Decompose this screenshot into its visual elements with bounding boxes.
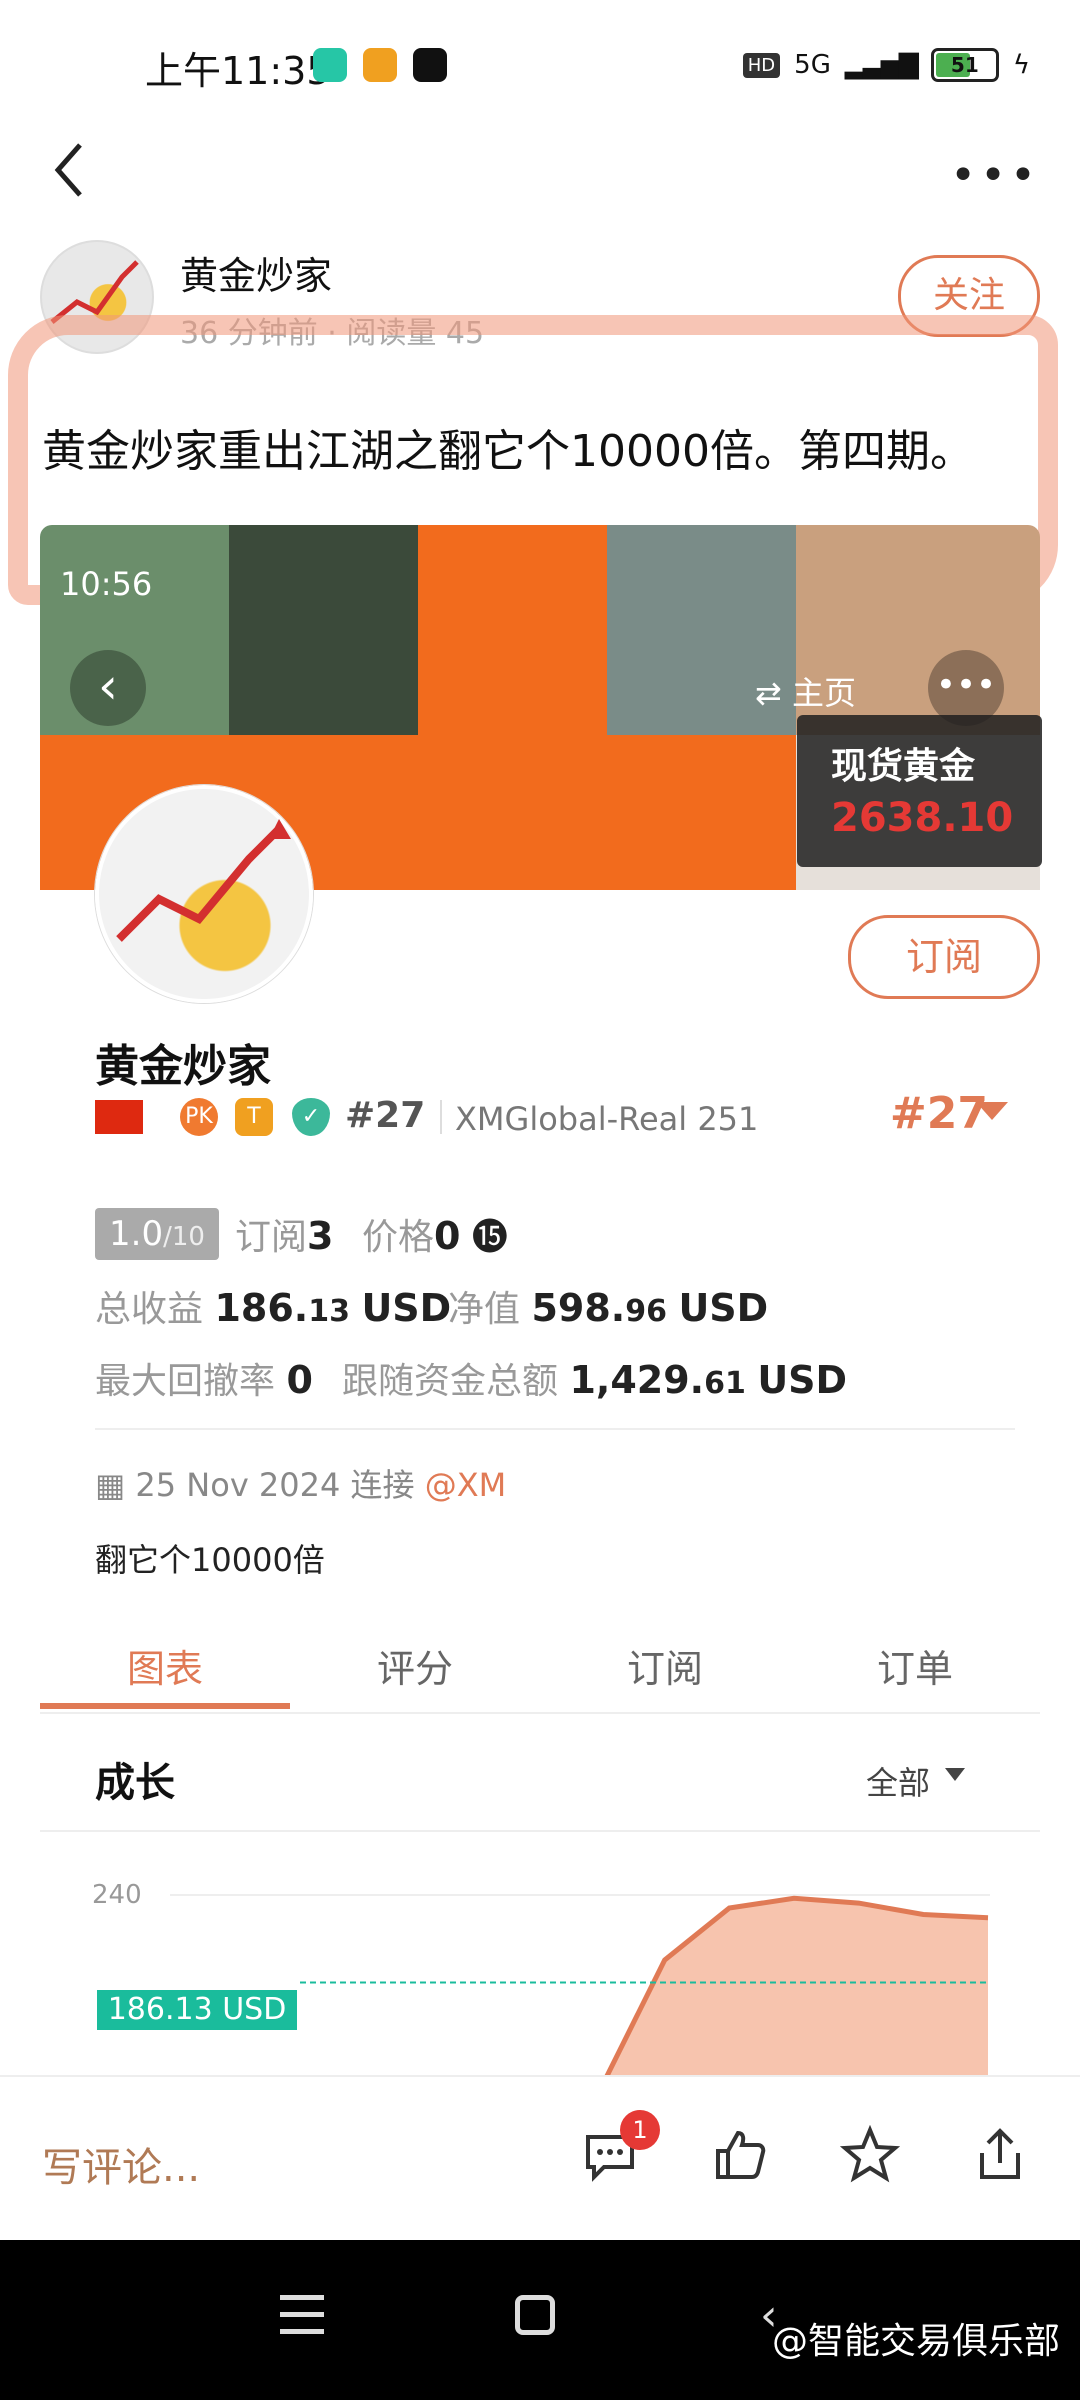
tab-rating[interactable]: 评分 <box>377 1638 453 1693</box>
current-value-label: 186.13 USD <box>97 1990 297 2030</box>
range-filter[interactable]: 全部 <box>866 1758 930 1804</box>
connection-date: ▦ 25 Nov 2024 连接 @XM <box>95 1466 507 1504</box>
net-value-stat: 净值 598.96 USD <box>448 1286 769 1330</box>
battery-icon: 51 <box>930 48 999 82</box>
recent-apps-icon[interactable] <box>280 2295 324 2335</box>
share-icon[interactable] <box>970 2125 1030 2185</box>
t-badge-icon: T <box>235 1098 273 1136</box>
growth-chart <box>170 1894 990 2075</box>
tab-chart[interactable]: 图表 <box>127 1638 203 1693</box>
signal-icon: ▂▃▅▇ <box>844 50 919 80</box>
app-notification-icon <box>363 48 397 82</box>
china-flag-icon <box>95 1100 143 1134</box>
banner-home-link[interactable]: ⇄ 主页 <box>755 668 856 714</box>
rank-small: #27 <box>345 1095 426 1136</box>
account-id: XMGlobal-Real 251 <box>455 1100 759 1138</box>
star-icon[interactable] <box>840 2125 900 2185</box>
home-icon[interactable] <box>515 2295 555 2335</box>
network-label: 5G <box>794 50 831 80</box>
chart-title: 成长 <box>95 1760 175 1806</box>
like-icon[interactable] <box>710 2125 770 2185</box>
back-icon[interactable] <box>50 140 90 200</box>
comment-input[interactable]: 写评论... <box>42 2135 200 2193</box>
broker-link[interactable]: @XM <box>425 1466 507 1504</box>
profile-avatar <box>95 785 313 1003</box>
status-time: 上午11:35 <box>145 49 331 93</box>
author-name[interactable]: 黄金炒家 <box>180 245 332 300</box>
chevron-down-icon[interactable] <box>976 1102 1008 1120</box>
profile-description: 翻它个10000倍 <box>95 1541 325 1579</box>
subscribers-stat: 订阅3 <box>235 1214 334 1258</box>
profile-name: 黄金炒家 <box>95 1041 271 1092</box>
filter-dropdown-icon[interactable] <box>945 1768 965 1781</box>
rank-dropdown[interactable]: #27 <box>890 1088 988 1139</box>
voice-icon <box>413 48 447 82</box>
subscribe-button[interactable]: 订阅 <box>848 915 1040 999</box>
price-label: 现货黄金 <box>831 746 976 787</box>
gold-price-widget: 现货黄金 2638.10 <box>797 715 1042 867</box>
verified-shield-icon: ✓ <box>292 1098 330 1136</box>
total-profit-stat: 总收益 186.13 USD <box>95 1286 452 1330</box>
shield-icon <box>313 48 347 82</box>
more-options-icon[interactable]: ••• <box>950 150 1040 201</box>
pk-badge-icon: PK <box>180 1098 218 1136</box>
comment-count-badge: 1 <box>620 2110 660 2150</box>
banner-time: 10:56 <box>60 565 153 603</box>
hd-icon: HD <box>742 52 781 78</box>
tab-subscription[interactable]: 订阅 <box>627 1638 703 1693</box>
follow-funds-stat: 跟随资金总额 1,429.61 USD <box>342 1358 848 1402</box>
rating-score: 1.0/10 <box>95 1208 219 1260</box>
coin-icon: ⓯ <box>471 1217 508 1258</box>
watermark: @智能交易俱乐部 <box>771 2321 1060 2362</box>
banner-back-icon[interactable]: ‹ <box>70 650 146 726</box>
price-stat: 价格0 ⓯ <box>362 1214 508 1258</box>
price-value: 2638.10 <box>831 795 1014 841</box>
growth-area <box>600 1898 988 2075</box>
charging-icon: ϟ <box>1012 50 1030 80</box>
status-bar: 上午11:35 HD 5G ▂▃▅▇ 51 ϟ <box>0 0 1080 130</box>
calendar-icon: ▦ <box>95 1466 126 1504</box>
max-drawdown-stat: 最大回撤率 0 <box>95 1358 313 1402</box>
tab-orders[interactable]: 订单 <box>877 1638 953 1693</box>
